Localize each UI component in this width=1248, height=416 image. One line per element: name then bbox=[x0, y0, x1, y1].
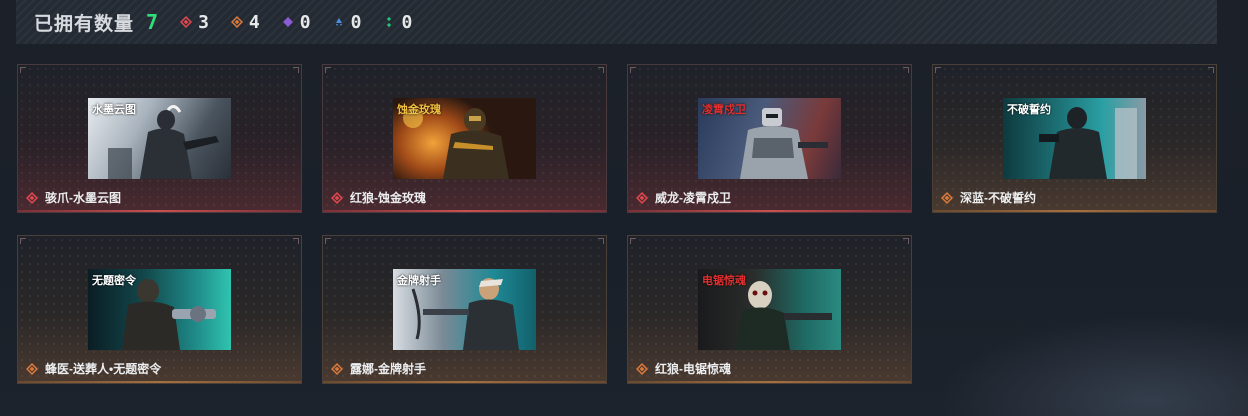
stat-blue-count: 0 bbox=[350, 11, 362, 33]
card-corner-decoration bbox=[20, 238, 26, 244]
skin-thumbnail: 金牌射手 bbox=[393, 269, 536, 350]
orange-diamond-icon bbox=[636, 362, 648, 375]
card-corner-decoration bbox=[630, 238, 636, 244]
owned-count-label: 已拥有数量 bbox=[34, 13, 135, 35]
skin-name: 威龙-凌霄戍卫 bbox=[655, 191, 731, 205]
skin-name: 红狼-蚀金玫瑰 bbox=[350, 191, 426, 205]
stat-blue: 0 bbox=[333, 11, 362, 33]
thumbnail-title: 电锯惊魂 bbox=[702, 274, 746, 287]
orange-diamond-icon bbox=[941, 191, 953, 204]
stat-green: 0 bbox=[383, 12, 412, 33]
thumbnail-title: 蚀金玫瑰 bbox=[397, 103, 441, 116]
stat-red: 3 bbox=[180, 12, 209, 33]
skin-name: 红狼-电锯惊魂 bbox=[655, 362, 731, 376]
card-corner-decoration bbox=[1208, 67, 1214, 73]
card-corner-decoration bbox=[903, 238, 909, 244]
skin-label: 露娜-金牌射手 bbox=[331, 360, 426, 377]
card-corner-decoration bbox=[325, 238, 331, 244]
skin-card[interactable]: 金牌射手 露娜-金牌射手 bbox=[322, 235, 607, 384]
skin-thumbnail: 无题密令 bbox=[88, 269, 231, 350]
card-corner-decoration bbox=[598, 67, 604, 73]
thumbnail-title: 凌霄戍卫 bbox=[702, 103, 746, 116]
card-corner-decoration bbox=[598, 238, 604, 244]
thumbnail-title: 水墨云图 bbox=[92, 103, 136, 116]
orange-diamond-icon bbox=[26, 362, 38, 375]
red-diamond-icon bbox=[331, 191, 343, 204]
thumbnail-title: 不破誓约 bbox=[1007, 103, 1051, 116]
purple-diamond-icon bbox=[282, 16, 294, 28]
skin-label: 威龙-凌霄戍卫 bbox=[636, 189, 731, 206]
stat-green-count: 0 bbox=[401, 11, 413, 33]
orange-diamond-icon bbox=[230, 16, 243, 28]
card-corner-decoration bbox=[20, 67, 26, 73]
owned-count-total: 7 bbox=[146, 10, 159, 34]
skin-thumbnail: 水墨云图 bbox=[88, 98, 231, 179]
stat-purple: 0 bbox=[282, 12, 311, 33]
skin-card[interactable]: 蚀金玫瑰 红狼-蚀金玫瑰 bbox=[322, 64, 607, 213]
skin-card[interactable]: 不破誓约 深蓝-不破誓约 bbox=[932, 64, 1217, 213]
red-diamond-icon bbox=[636, 191, 648, 204]
card-corner-decoration bbox=[293, 67, 299, 73]
skin-thumbnail: 凌霄戍卫 bbox=[698, 98, 841, 179]
card-corner-decoration bbox=[293, 238, 299, 244]
skin-label: 红狼-蚀金玫瑰 bbox=[331, 189, 426, 206]
owned-count-header: 已拥有数量 7 3 4 0 0 0 bbox=[16, 0, 1217, 44]
skin-card[interactable]: 电锯惊魂 红狼-电锯惊魂 bbox=[627, 235, 912, 384]
stat-orange-count: 4 bbox=[248, 11, 260, 33]
stat-purple-count: 0 bbox=[299, 11, 311, 33]
skin-label: 红狼-电锯惊魂 bbox=[636, 360, 731, 377]
skin-name: 露娜-金牌射手 bbox=[350, 362, 426, 376]
skin-grid: 水墨云图 骇爪-水墨云图 蚀金玫瑰 红狼-蚀金玫瑰 凌霄戍卫 威龙-凌霄戍卫 不… bbox=[17, 64, 1217, 384]
skin-name: 蜂医-送葬人•无题密令 bbox=[45, 362, 162, 376]
skin-name: 深蓝-不破誓约 bbox=[960, 191, 1036, 205]
orange-diamond-icon bbox=[331, 362, 343, 375]
thumbnail-title: 无题密令 bbox=[92, 274, 136, 287]
skin-thumbnail: 不破誓约 bbox=[1003, 98, 1146, 179]
skin-card[interactable]: 无题密令 蜂医-送葬人•无题密令 bbox=[17, 235, 302, 384]
card-corner-decoration bbox=[935, 67, 941, 73]
skin-name: 骇爪-水墨云图 bbox=[45, 191, 121, 205]
thumbnail-title: 金牌射手 bbox=[397, 274, 441, 287]
card-corner-decoration bbox=[903, 67, 909, 73]
skin-card[interactable]: 水墨云图 骇爪-水墨云图 bbox=[17, 64, 302, 213]
stat-red-count: 3 bbox=[198, 11, 209, 33]
card-corner-decoration bbox=[630, 67, 636, 73]
collection-page: 已拥有数量 7 3 4 0 0 0 水墨云图 骇爪-水墨云图 蚀金玫瑰 红狼-蚀… bbox=[0, 0, 1248, 416]
skin-thumbnail: 电锯惊魂 bbox=[698, 269, 841, 350]
blue-triangle-icon bbox=[333, 16, 345, 28]
skin-label: 蜂医-送葬人•无题密令 bbox=[26, 360, 161, 377]
green-dots-icon bbox=[383, 16, 395, 28]
skin-thumbnail: 蚀金玫瑰 bbox=[393, 98, 536, 179]
red-diamond-icon bbox=[180, 16, 193, 28]
red-diamond-icon bbox=[26, 191, 38, 204]
skin-label: 骇爪-水墨云图 bbox=[26, 189, 121, 206]
stat-orange: 4 bbox=[230, 11, 260, 33]
card-corner-decoration bbox=[325, 67, 331, 73]
skin-card[interactable]: 凌霄戍卫 威龙-凌霄戍卫 bbox=[627, 64, 912, 213]
skin-label: 深蓝-不破誓约 bbox=[941, 189, 1036, 206]
